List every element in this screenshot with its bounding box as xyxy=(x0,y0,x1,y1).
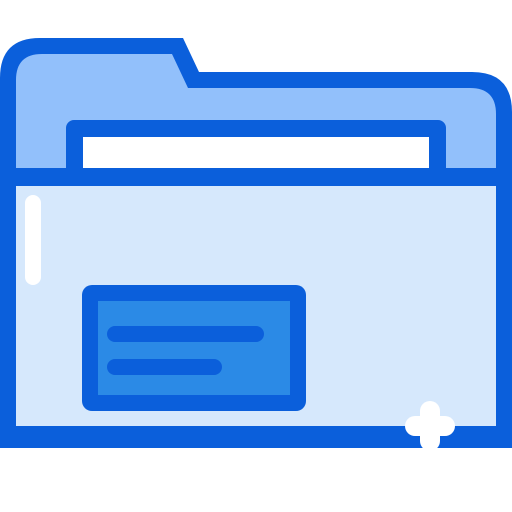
icon-canvas xyxy=(0,0,512,512)
folder-label-card-fill xyxy=(98,301,290,395)
shine-highlight xyxy=(25,195,41,285)
label-line-short xyxy=(107,359,222,375)
folder-icon xyxy=(0,38,512,451)
label-line-long xyxy=(107,326,264,342)
